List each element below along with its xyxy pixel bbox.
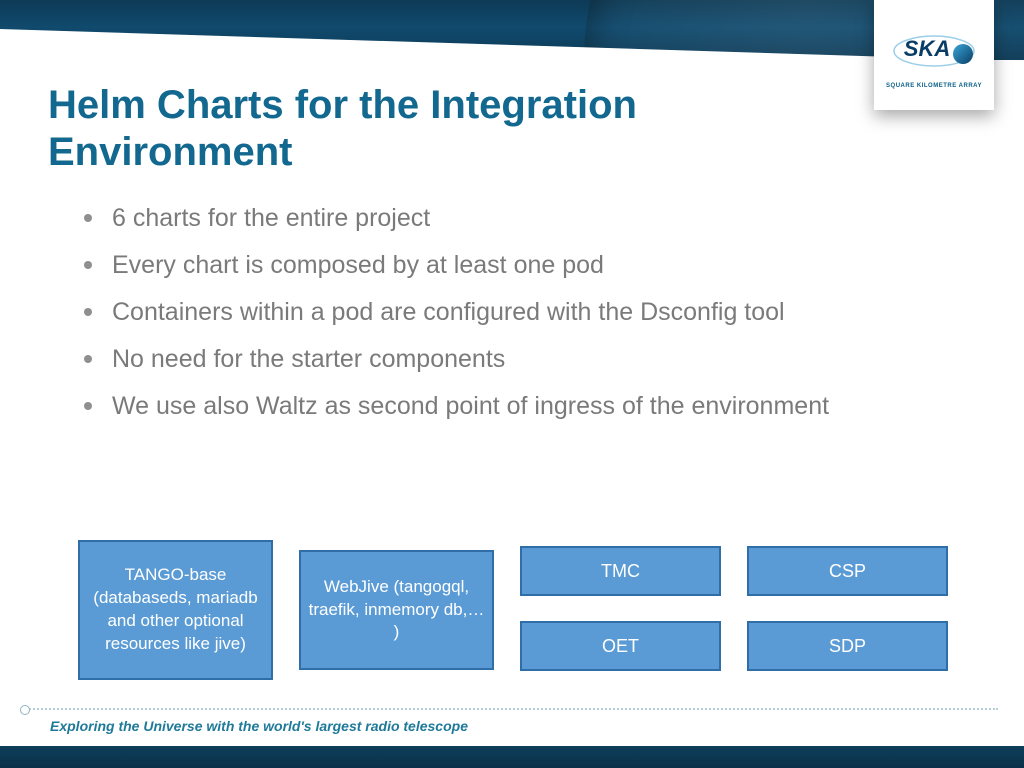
chart-boxes-row: TANGO-base (databaseds, mariadb and othe… bbox=[78, 540, 948, 680]
box-oet: OET bbox=[520, 621, 721, 671]
bullet-item: Every chart is composed by at least one … bbox=[78, 247, 948, 284]
ska-logo-icon: SKA bbox=[889, 21, 979, 81]
box-webjive: WebJive (tangogql, traefik, inmemory db,… bbox=[299, 550, 494, 670]
box-small-grid: TMC CSP OET SDP bbox=[520, 546, 948, 674]
box-sdp: SDP bbox=[747, 621, 948, 671]
footer-divider bbox=[26, 708, 998, 710]
slide-title: Helm Charts for the Integration Environm… bbox=[48, 82, 808, 176]
bullet-list: 6 charts for the entire project Every ch… bbox=[78, 200, 948, 435]
logo-subtitle: SQUARE KILOMETRE ARRAY bbox=[886, 83, 982, 89]
footer-band bbox=[0, 746, 1024, 768]
header-banner bbox=[0, 0, 1024, 60]
svg-text:SKA: SKA bbox=[904, 36, 950, 61]
bullet-item: Containers within a pod are configured w… bbox=[78, 294, 948, 331]
box-csp: CSP bbox=[747, 546, 948, 596]
box-tmc: TMC bbox=[520, 546, 721, 596]
slide: SKA SQUARE KILOMETRE ARRAY Helm Charts f… bbox=[0, 0, 1024, 768]
footer-tagline: Exploring the Universe with the world's … bbox=[50, 718, 468, 734]
bullet-item: 6 charts for the entire project bbox=[78, 200, 948, 237]
banner-diagonal bbox=[0, 29, 1024, 60]
bullet-item: No need for the starter components bbox=[78, 341, 948, 378]
bullet-item: We use also Waltz as second point of ing… bbox=[78, 388, 948, 425]
box-tango-base: TANGO-base (databaseds, mariadb and othe… bbox=[78, 540, 273, 680]
slide-footer: Exploring the Universe with the world's … bbox=[0, 708, 1024, 768]
logo-box: SKA SQUARE KILOMETRE ARRAY bbox=[874, 0, 994, 110]
